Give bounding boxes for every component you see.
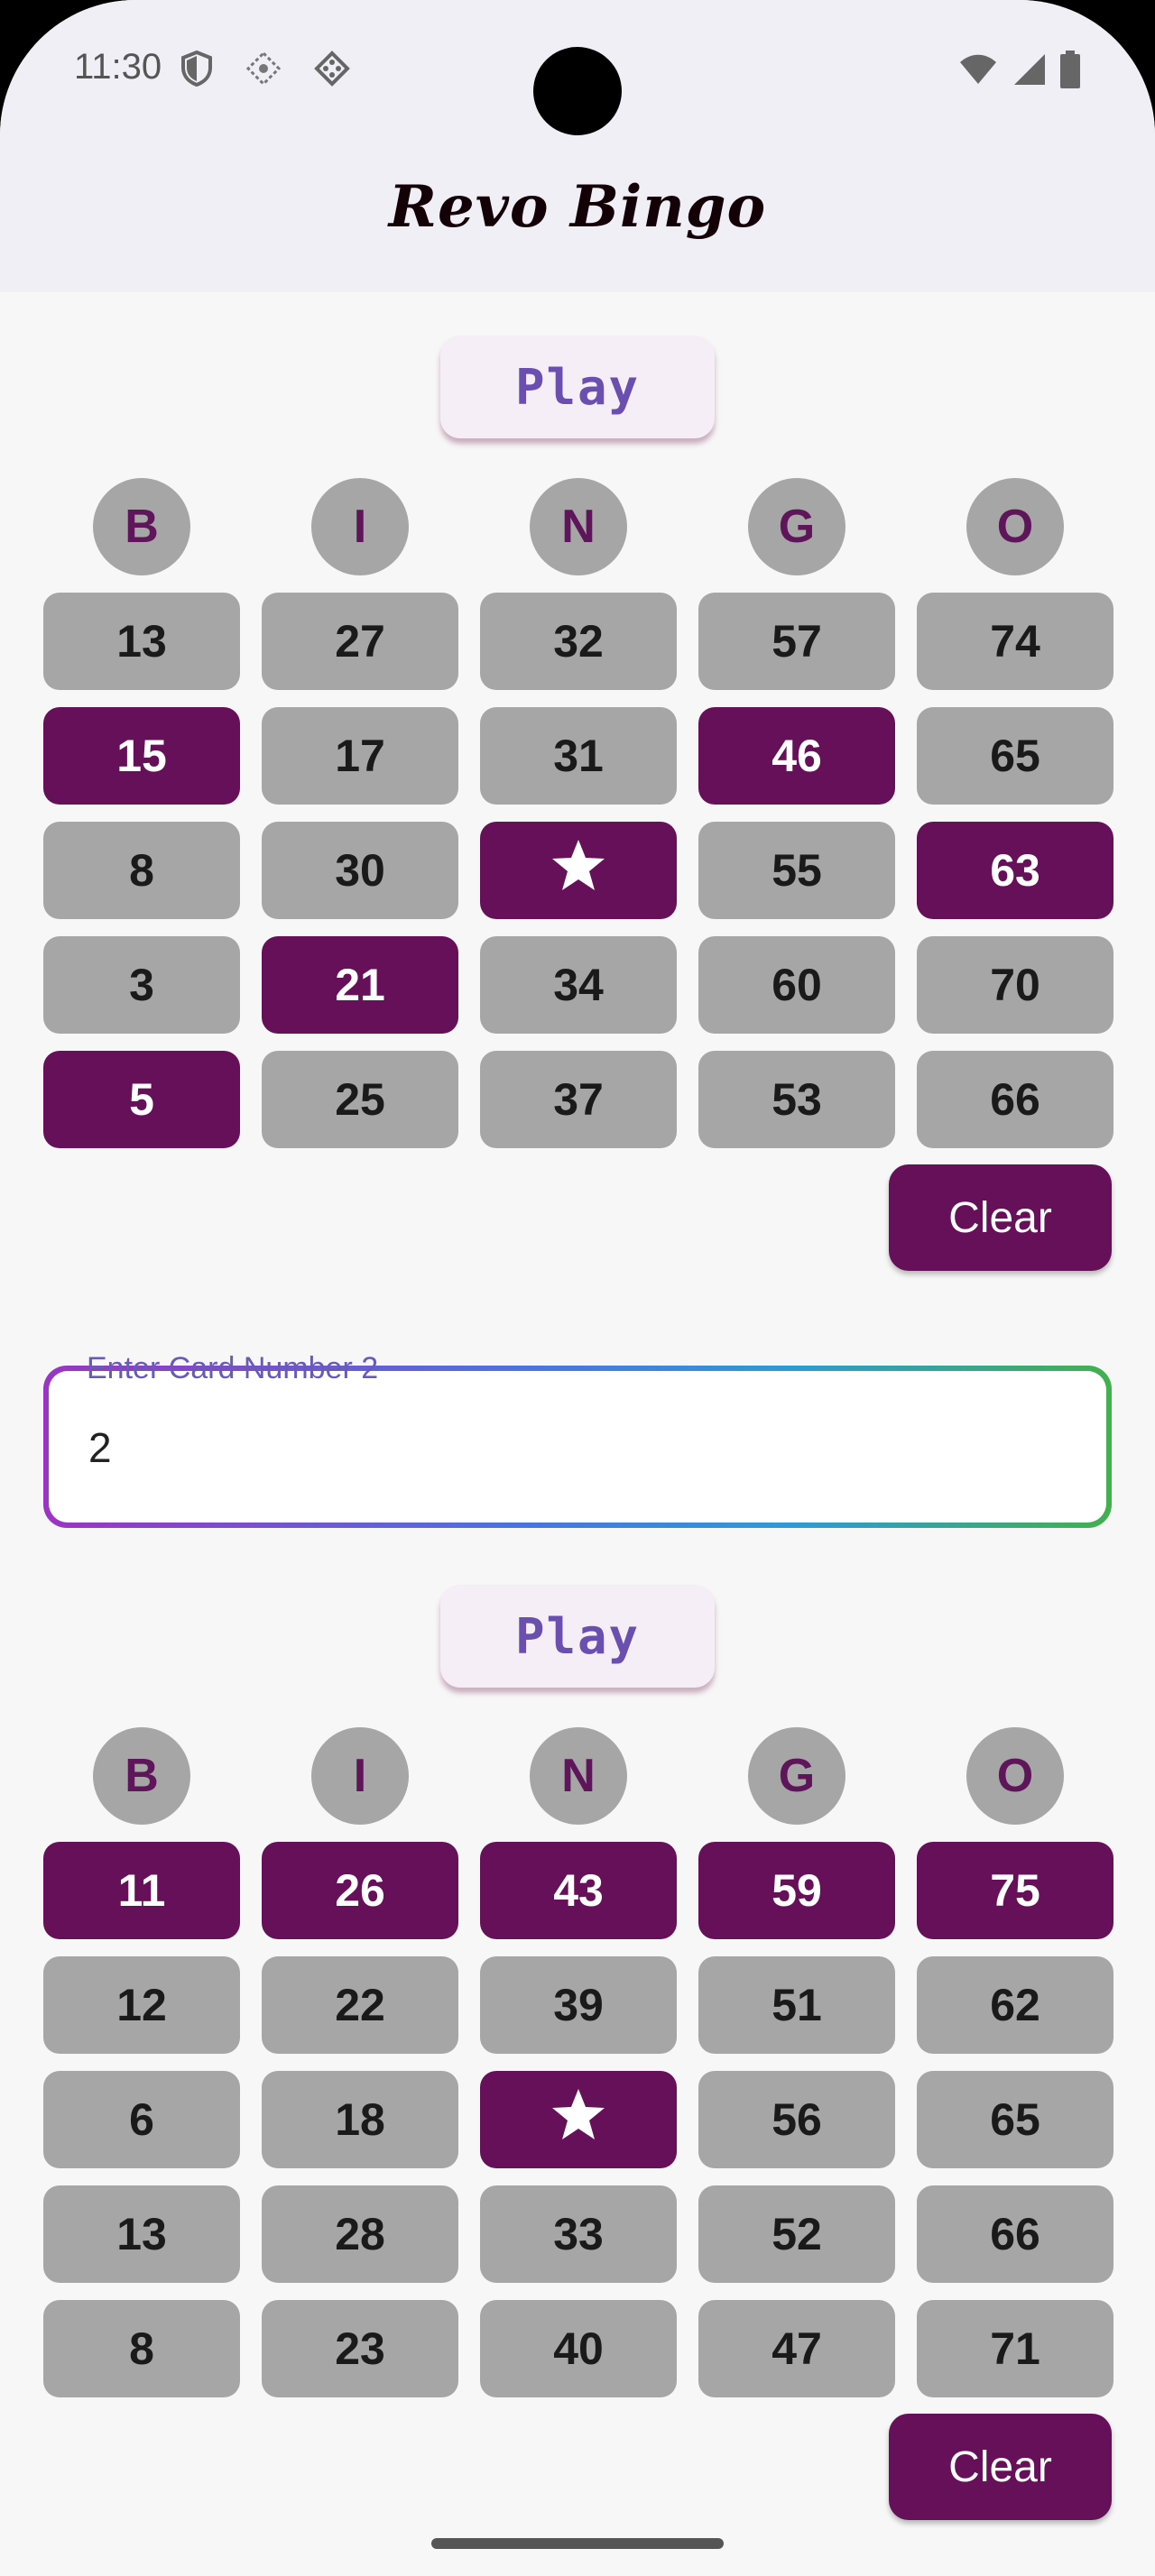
bingo-cell[interactable]: 13 bbox=[43, 593, 240, 690]
bingo-cell[interactable]: 27 bbox=[262, 593, 458, 690]
bingo-cell[interactable]: 51 bbox=[698, 1956, 895, 2054]
bingo-cell[interactable]: 32 bbox=[480, 593, 677, 690]
shield-icon bbox=[180, 50, 213, 91]
card-number-input-value[interactable]: 2 bbox=[88, 1423, 112, 1472]
bingo-cell[interactable]: 40 bbox=[480, 2300, 677, 2397]
card-number-field[interactable]: 2 bbox=[43, 1366, 1112, 1528]
bingo-cell[interactable]: 47 bbox=[698, 2300, 895, 2397]
bingo-cell[interactable]: 8 bbox=[43, 2300, 240, 2397]
app-title: Revo Bingo bbox=[388, 173, 767, 241]
bingo-cell[interactable]: 74 bbox=[917, 593, 1113, 690]
bingo-cell[interactable]: 12 bbox=[43, 1956, 240, 2054]
bingo-cell[interactable]: 8 bbox=[43, 822, 240, 919]
play-button-card2[interactable]: Play bbox=[440, 1585, 715, 1688]
clear-button-card2[interactable]: Clear bbox=[889, 2414, 1112, 2520]
bingo-cell[interactable]: 34 bbox=[480, 936, 677, 1034]
column-header-g: G bbox=[748, 1727, 845, 1825]
column-header-g: G bbox=[748, 478, 845, 575]
status-system-icons bbox=[958, 51, 1081, 93]
column-header-n: N bbox=[530, 1727, 627, 1825]
bingo-cell[interactable]: 46 bbox=[698, 707, 895, 805]
bingo-cell[interactable]: 17 bbox=[262, 707, 458, 805]
dice-diamond-icon bbox=[314, 51, 350, 91]
bingo-cell[interactable]: 23 bbox=[262, 2300, 458, 2397]
diamond-pattern-icon bbox=[245, 51, 282, 91]
signal-icon bbox=[1011, 52, 1047, 91]
column-header-o: O bbox=[966, 478, 1064, 575]
bingo-cell[interactable]: 65 bbox=[917, 2071, 1113, 2168]
star-icon bbox=[550, 838, 606, 903]
camera-cutout bbox=[533, 47, 622, 135]
bingo-cell[interactable]: 13 bbox=[43, 2185, 240, 2283]
column-header-b: B bbox=[93, 478, 190, 575]
free-space-cell[interactable] bbox=[480, 2071, 677, 2168]
battery-icon bbox=[1059, 51, 1081, 93]
bingo-cell[interactable]: 75 bbox=[917, 1842, 1113, 1939]
column-header-b: B bbox=[93, 1727, 190, 1825]
bingo-cell[interactable]: 65 bbox=[917, 707, 1113, 805]
bingo-cell[interactable]: 62 bbox=[917, 1956, 1113, 2054]
card-number-input-box[interactable]: 2 bbox=[49, 1371, 1106, 1523]
free-space-cell[interactable] bbox=[480, 822, 677, 919]
bingo-cell[interactable]: 55 bbox=[698, 822, 895, 919]
bingo-cell[interactable]: 6 bbox=[43, 2071, 240, 2168]
bingo-cell[interactable]: 60 bbox=[698, 936, 895, 1034]
status-notification-icons bbox=[180, 50, 350, 91]
bingo-cell[interactable]: 15 bbox=[43, 707, 240, 805]
bingo-cell[interactable]: 57 bbox=[698, 593, 895, 690]
bingo-cell[interactable]: 52 bbox=[698, 2185, 895, 2283]
bingo-cell[interactable]: 30 bbox=[262, 822, 458, 919]
bingo-cell[interactable]: 71 bbox=[917, 2300, 1113, 2397]
bingo-cell[interactable]: 43 bbox=[480, 1842, 677, 1939]
bingo-cell[interactable]: 56 bbox=[698, 2071, 895, 2168]
star-icon bbox=[550, 2087, 606, 2152]
bingo-cell[interactable]: 59 bbox=[698, 1842, 895, 1939]
bingo-cell[interactable]: 66 bbox=[917, 2185, 1113, 2283]
bingo-cell[interactable]: 63 bbox=[917, 822, 1113, 919]
play-button-card1[interactable]: Play bbox=[440, 336, 715, 438]
column-header-i: I bbox=[311, 1727, 409, 1825]
bingo-cell[interactable]: 21 bbox=[262, 936, 458, 1034]
clear-button-card1[interactable]: Clear bbox=[889, 1164, 1112, 1271]
bingo-cell[interactable]: 18 bbox=[262, 2071, 458, 2168]
bingo-cell[interactable]: 39 bbox=[480, 1956, 677, 2054]
bingo-cell[interactable]: 3 bbox=[43, 936, 240, 1034]
bingo-cell[interactable]: 22 bbox=[262, 1956, 458, 2054]
bingo-cell[interactable]: 33 bbox=[480, 2185, 677, 2283]
column-header-n: N bbox=[530, 478, 627, 575]
app-bar: 11:30 Revo Bingo bbox=[0, 0, 1155, 292]
bingo-cell[interactable]: 28 bbox=[262, 2185, 458, 2283]
bingo-cell[interactable]: 53 bbox=[698, 1051, 895, 1148]
bingo-cell[interactable]: 37 bbox=[480, 1051, 677, 1148]
screen: 11:30 Revo Bingo Play B I N G O 13 27 32… bbox=[0, 0, 1155, 2576]
home-indicator[interactable] bbox=[431, 2538, 724, 2549]
bingo-cell[interactable]: 5 bbox=[43, 1051, 240, 1148]
bingo-cell[interactable]: 70 bbox=[917, 936, 1113, 1034]
column-header-o: O bbox=[966, 1727, 1064, 1825]
bingo-cell[interactable]: 25 bbox=[262, 1051, 458, 1148]
bingo-cell[interactable]: 26 bbox=[262, 1842, 458, 1939]
wifi-icon bbox=[958, 53, 998, 90]
bingo-cell[interactable]: 31 bbox=[480, 707, 677, 805]
bingo-cell[interactable]: 11 bbox=[43, 1842, 240, 1939]
bingo-cell[interactable]: 66 bbox=[917, 1051, 1113, 1148]
column-header-i: I bbox=[311, 478, 409, 575]
status-time: 11:30 bbox=[74, 47, 162, 87]
card-number-input-label: Enter Card Number 2 bbox=[87, 1351, 379, 1385]
